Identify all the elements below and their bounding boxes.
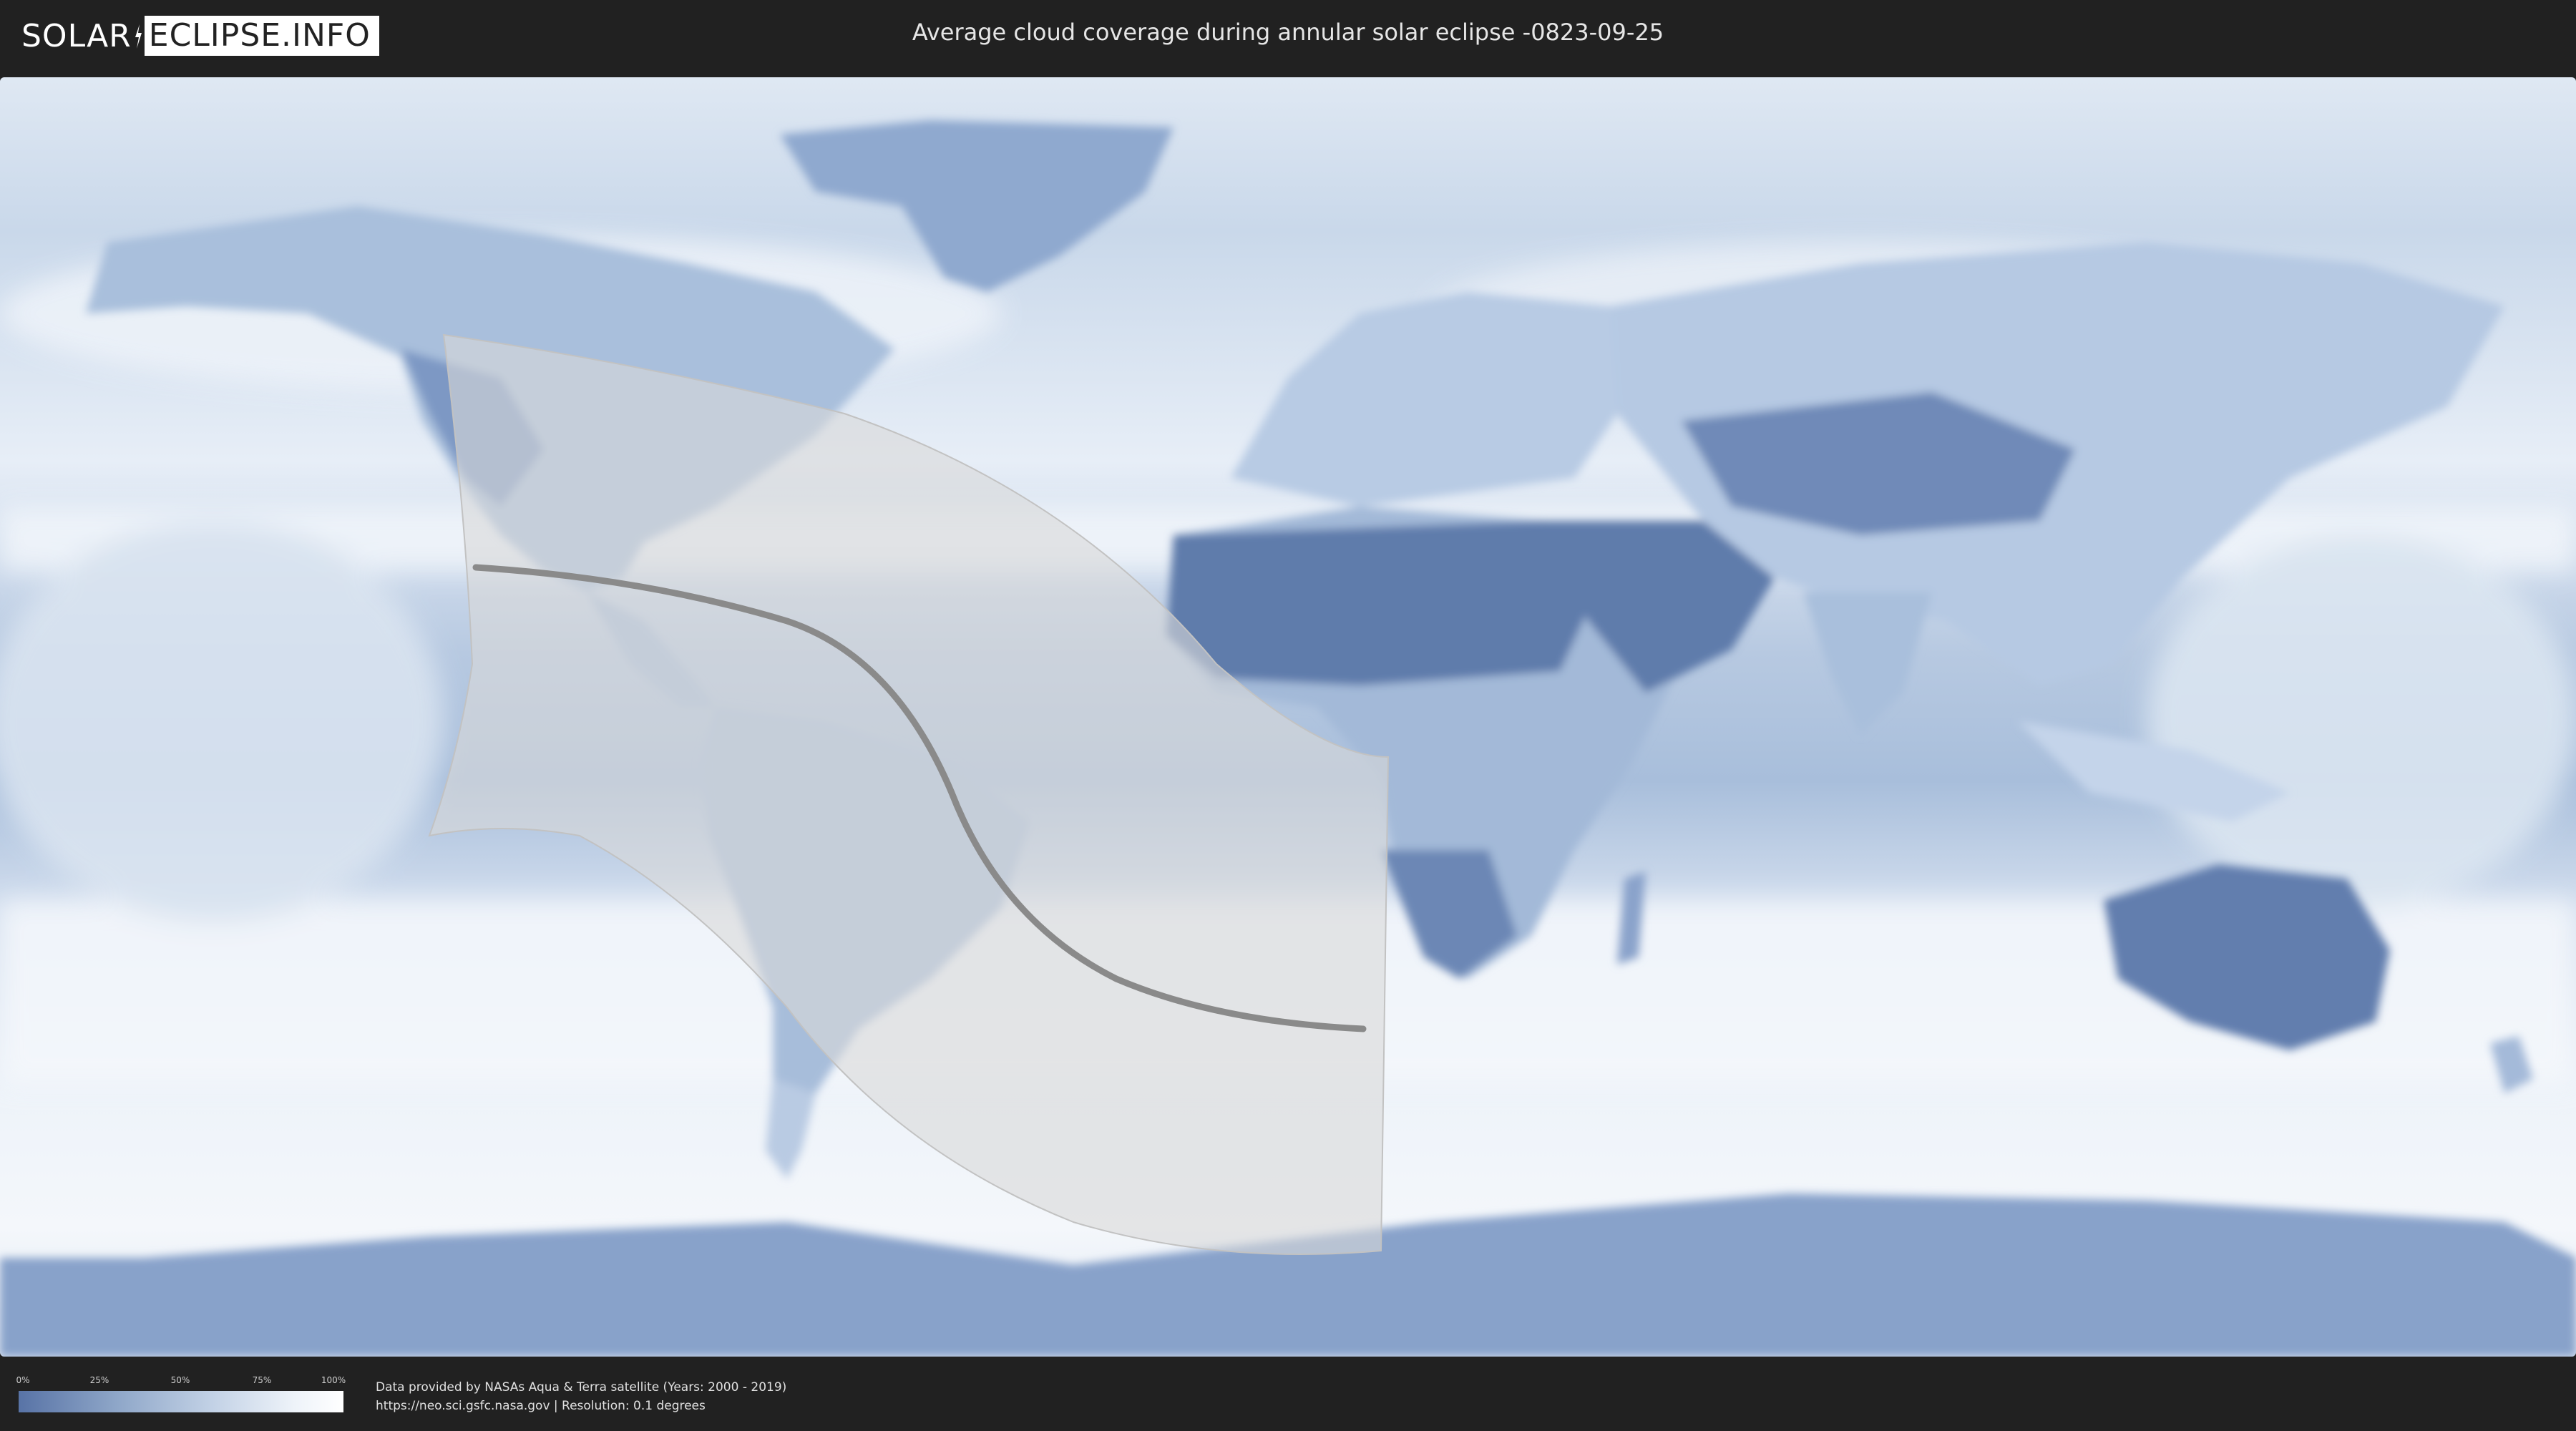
sahara bbox=[1166, 521, 1603, 685]
credits-url[interactable]: https://neo.sci.gsfc.nasa.gov | Resoluti… bbox=[376, 1397, 786, 1415]
legend-tick-0: 0% bbox=[16, 1375, 30, 1385]
header-bar: SOLAR ECLIPSE.INFO Average cloud coverag… bbox=[0, 0, 2576, 72]
cloud-coverage-map[interactable] bbox=[0, 77, 2576, 1357]
legend-color-bar bbox=[19, 1391, 343, 1412]
legend-tick-100: 100% bbox=[321, 1375, 346, 1385]
legend-tick-25: 25% bbox=[89, 1375, 109, 1385]
credits-source: Data provided by NASAs Aqua & Terra sate… bbox=[376, 1380, 787, 1395]
world-map-svg bbox=[0, 77, 2576, 1357]
data-credits: Data provided by NASAs Aqua & Terra sate… bbox=[376, 1378, 786, 1415]
page-title: Average cloud coverage during annular so… bbox=[912, 19, 1664, 46]
legend-tick-75: 75% bbox=[252, 1375, 272, 1385]
cloud-coverage-legend: 0% 25% 50% 75% 100% bbox=[16, 1375, 346, 1415]
legend-tick-50: 50% bbox=[170, 1375, 190, 1385]
legend-ticks: 0% 25% 50% 75% 100% bbox=[16, 1375, 346, 1387]
